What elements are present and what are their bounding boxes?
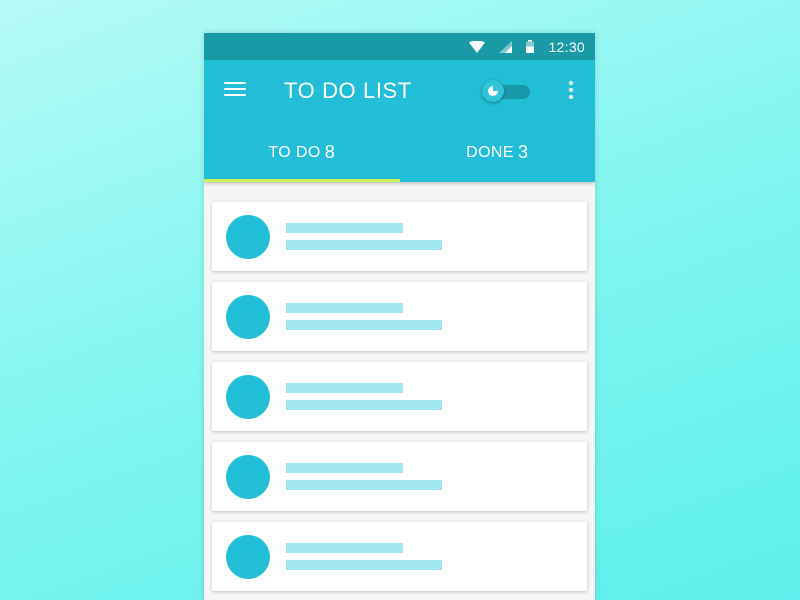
app-bar: TO DO LIST TO DO 8 DONE 3 xyxy=(204,60,595,182)
pie-icon xyxy=(488,86,498,96)
wifi-icon xyxy=(469,40,486,53)
title-placeholder xyxy=(286,383,403,393)
signal-icon xyxy=(499,40,513,53)
avatar xyxy=(226,455,270,499)
subtitle-placeholder xyxy=(286,480,442,490)
tab-todo-count: 8 xyxy=(324,142,336,162)
title-placeholder xyxy=(286,543,403,553)
subtitle-placeholder xyxy=(286,400,442,410)
page-title: TO DO LIST xyxy=(284,78,412,103)
list-item[interactable] xyxy=(212,202,587,271)
avatar xyxy=(226,535,270,579)
status-time: 12:30 xyxy=(548,38,585,55)
tab-done-count: 3 xyxy=(517,142,529,162)
subtitle-placeholder xyxy=(286,560,442,570)
phone-screen: 12:30 TO DO LIST TO DO 8 DONE 3 xyxy=(204,33,595,600)
list-item[interactable] xyxy=(212,282,587,351)
tab-done-label: DONE xyxy=(466,143,514,161)
tab-todo-label: TO DO xyxy=(268,143,321,161)
toolbar: TO DO LIST xyxy=(204,60,595,123)
subtitle-placeholder xyxy=(286,320,442,330)
title-placeholder xyxy=(286,303,403,313)
menu-icon[interactable] xyxy=(224,82,246,100)
subtitle-placeholder xyxy=(286,240,442,250)
avatar xyxy=(226,215,270,259)
avatar xyxy=(226,295,270,339)
list-item[interactable] xyxy=(212,362,587,431)
avatar xyxy=(226,375,270,419)
more-vert-icon[interactable] xyxy=(566,81,576,103)
list-item[interactable] xyxy=(212,442,587,511)
todo-list xyxy=(204,182,595,591)
list-item[interactable] xyxy=(212,522,587,591)
title-placeholder xyxy=(286,223,403,233)
tab-done[interactable]: DONE 3 xyxy=(400,123,596,182)
battery-icon xyxy=(526,40,535,53)
tab-todo[interactable]: TO DO 8 xyxy=(204,123,400,182)
tab-bar: TO DO 8 DONE 3 xyxy=(204,123,595,182)
toggle-switch[interactable] xyxy=(482,80,532,102)
toggle-knob xyxy=(482,80,504,102)
status-bar: 12:30 xyxy=(204,33,595,60)
title-placeholder xyxy=(286,463,403,473)
